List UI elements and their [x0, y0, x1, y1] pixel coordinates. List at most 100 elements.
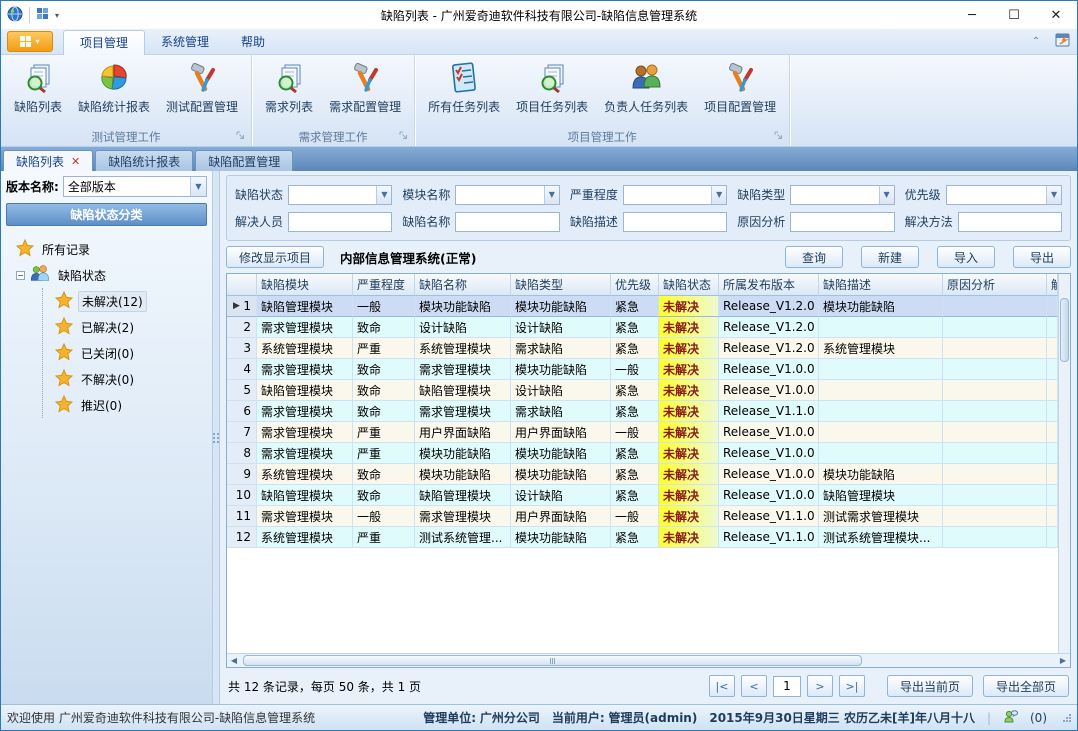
grid-cell[interactable]: 系统管理模块 — [415, 338, 511, 359]
table-row[interactable]: 4需求管理模块致命需求管理模块模块功能缺陷一般未解决Release_V1.0.0 — [227, 359, 1058, 380]
grid-vertical-scrollbar[interactable] — [1058, 274, 1070, 653]
tree-item-缺陷状态[interactable]: −缺陷状态 — [16, 262, 207, 288]
grid-cell[interactable]: Release_V1.1.0 — [719, 401, 819, 422]
grid-cell[interactable]: 用户界面缺陷 — [511, 506, 611, 527]
table-row[interactable]: 6需求管理模块致命需求管理模块需求缺陷紧急未解决Release_V1.1.0 — [227, 401, 1058, 422]
filter-input-解决方法[interactable] — [958, 212, 1062, 232]
grid-cell[interactable]: 严重 — [353, 527, 415, 548]
grid-cell[interactable]: 缺陷管理模块 — [257, 296, 353, 317]
grid-cell[interactable]: 紧急 — [611, 443, 659, 464]
grid-cell[interactable] — [819, 422, 943, 443]
grid-cell[interactable]: 紧急 — [611, 317, 659, 338]
grid-cell[interactable] — [943, 338, 1047, 359]
ribbon-button-测试配置管理[interactable]: 测试配置管理 — [159, 59, 245, 117]
grid-cell[interactable]: Release_V1.0.0 — [719, 443, 819, 464]
grid-cell[interactable]: 需求管理模块 — [257, 401, 353, 422]
grid-cell[interactable] — [943, 296, 1047, 317]
chevron-down-icon[interactable]: ▼ — [544, 186, 559, 204]
grid-cell[interactable]: 未解决 — [659, 443, 719, 464]
grid-cell[interactable]: 未解决 — [659, 527, 719, 548]
grid-column-header-缺陷类型[interactable]: 缺陷类型 — [511, 274, 611, 296]
grid-cell[interactable]: 系统管理模块 — [257, 338, 353, 359]
grid-cell[interactable]: 模块功能缺陷 — [511, 296, 611, 317]
filter-input-缺陷描述[interactable] — [623, 212, 727, 232]
resize-grip-icon[interactable] — [1063, 714, 1071, 722]
dialog-launcher-icon[interactable] — [774, 129, 783, 143]
grid-cell[interactable]: 模块功能缺陷 — [511, 443, 611, 464]
page-number-input[interactable]: 1 — [773, 676, 801, 697]
grid-cell[interactable]: 紧急 — [611, 380, 659, 401]
row-header-cell[interactable]: 7 — [227, 422, 257, 443]
query-button[interactable]: 查询 — [785, 246, 843, 268]
grid-cell[interactable]: 致命 — [353, 464, 415, 485]
grid-cell[interactable]: 需求管理模块 — [415, 401, 511, 422]
table-row[interactable]: 9系统管理模块致命模块功能缺陷模块功能缺陷紧急未解决Release_V1.0.0… — [227, 464, 1058, 485]
grid-column-header-所属发布版本[interactable]: 所属发布版本 — [719, 274, 819, 296]
grid-cell[interactable] — [819, 443, 943, 464]
first-page-button[interactable]: |< — [709, 675, 735, 697]
row-header-cell[interactable]: 2 — [227, 317, 257, 338]
filter-input-原因分析[interactable] — [790, 212, 894, 232]
doc-tab-缺陷统计报表[interactable]: 缺陷统计报表 — [95, 150, 193, 171]
dialog-launcher-icon[interactable] — [399, 129, 408, 143]
import-button[interactable]: 导入 — [937, 246, 995, 268]
ribbon-button-项目配置管理[interactable]: 项目配置管理 — [697, 59, 783, 117]
grid-cell[interactable]: 设计缺陷 — [415, 317, 511, 338]
row-header-cell[interactable]: 9 — [227, 464, 257, 485]
scroll-right-icon[interactable]: ▶ — [1056, 654, 1070, 667]
grid-cell[interactable] — [943, 506, 1047, 527]
filter-combobox-严重程度[interactable]: ▼ — [623, 185, 727, 205]
grid-cell[interactable] — [1047, 401, 1058, 422]
scroll-left-icon[interactable]: ◀ — [227, 654, 241, 667]
ribbon-tab-3[interactable]: 帮助 — [225, 30, 281, 54]
grid-cell[interactable]: 模块功能缺陷 — [415, 443, 511, 464]
prev-page-button[interactable]: < — [741, 675, 767, 697]
grid-cell[interactable]: 设计缺陷 — [511, 485, 611, 506]
tree-item-已解决(2)[interactable]: 已解决(2) — [43, 314, 207, 340]
grid-cell[interactable] — [943, 380, 1047, 401]
row-header-cell[interactable]: 10 — [227, 485, 257, 506]
grid-cell[interactable]: 模块功能缺陷 — [511, 359, 611, 380]
table-row[interactable]: 5缺陷管理模块致命缺陷管理模块设计缺陷紧急未解决Release_V1.0.0 — [227, 380, 1058, 401]
table-row[interactable]: 11需求管理模块一般需求管理模块用户界面缺陷一般未解决Release_V1.1.… — [227, 506, 1058, 527]
grid-cell[interactable]: 严重 — [353, 338, 415, 359]
grid-cell[interactable]: Release_V1.0.0 — [719, 422, 819, 443]
grid-cell[interactable]: 一般 — [611, 506, 659, 527]
grid-cell[interactable]: 未解决 — [659, 317, 719, 338]
grid-cell[interactable]: 紧急 — [611, 296, 659, 317]
grid-cell[interactable]: 需求管理模块 — [257, 359, 353, 380]
row-header-cell[interactable]: 8 — [227, 443, 257, 464]
grid-cell[interactable]: 模块功能缺陷 — [511, 464, 611, 485]
grid-cell[interactable]: 严重 — [353, 443, 415, 464]
grid-cell[interactable] — [943, 401, 1047, 422]
chevron-down-icon[interactable]: ▼ — [376, 186, 391, 204]
grid-column-header-缺陷名称[interactable]: 缺陷名称 — [415, 274, 511, 296]
vertical-scroll-thumb[interactable] — [1060, 298, 1069, 362]
ribbon-button-所有任务列表[interactable]: 所有任务列表 — [421, 59, 507, 117]
grid-column-header-缺陷模块[interactable]: 缺陷模块 — [257, 274, 353, 296]
row-header-cell[interactable]: 5 — [227, 380, 257, 401]
row-header-cell[interactable]: 11 — [227, 506, 257, 527]
grid-cell[interactable]: 需求管理模块 — [257, 422, 353, 443]
grid-cell[interactable]: Release_V1.1.0 — [719, 506, 819, 527]
grid-cell[interactable]: Release_V1.0.0 — [719, 464, 819, 485]
ribbon-button-需求列表[interactable]: 需求列表 — [258, 59, 320, 117]
grid-cell[interactable]: Release_V1.2.0 — [719, 317, 819, 338]
grid-column-header-缺陷状态[interactable]: 缺陷状态 — [659, 274, 719, 296]
grid-cell[interactable]: 未解决 — [659, 296, 719, 317]
row-header-cell[interactable]: 12 — [227, 527, 257, 548]
grid-cell[interactable] — [1047, 317, 1058, 338]
grid-cell[interactable]: 一般 — [353, 296, 415, 317]
quick-access-grid-icon[interactable] — [36, 7, 49, 23]
table-row[interactable]: ▶1缺陷管理模块一般模块功能缺陷模块功能缺陷紧急未解决Release_V1.2.… — [227, 296, 1058, 317]
grid-cell[interactable]: 需求管理模块 — [415, 506, 511, 527]
doc-tab-缺陷列表[interactable]: 缺陷列表✕ — [3, 150, 93, 171]
grid-cell[interactable]: 模块功能缺陷 — [415, 296, 511, 317]
tree-item-已关闭(0)[interactable]: 已关闭(0) — [43, 340, 207, 366]
grid-cell[interactable]: 未解决 — [659, 380, 719, 401]
grid-cell[interactable]: 设计缺陷 — [511, 380, 611, 401]
tree-item-未解决(12)[interactable]: 未解决(12) — [43, 288, 207, 314]
grid-cell[interactable]: 致命 — [353, 359, 415, 380]
chevron-down-icon[interactable]: ▼ — [879, 186, 894, 204]
grid-column-header-原因分析[interactable]: 原因分析 — [943, 274, 1047, 296]
